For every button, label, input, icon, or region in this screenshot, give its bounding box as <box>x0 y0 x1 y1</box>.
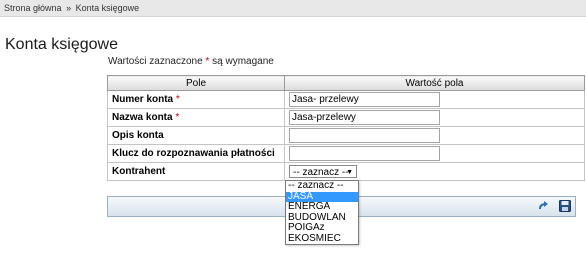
field-label-contractor: Kontrahent <box>107 162 285 181</box>
field-label-text: Numer konta <box>112 94 174 105</box>
table-row: Numer konta * <box>107 90 585 109</box>
undo-arrow-icon[interactable] <box>537 200 549 212</box>
account-name-input[interactable] <box>289 110 440 125</box>
table-header-row: Pole Wartość pola <box>107 75 585 91</box>
required-note: Wartości zaznaczone * są wymagane <box>108 56 274 67</box>
required-note-suffix: są wymagane <box>212 56 274 67</box>
dropdown-option[interactable]: EKOSMIEC <box>286 233 358 245</box>
contractor-select-value: -- zaznacz -- <box>293 167 349 178</box>
field-label-text: Nazwa konta <box>112 112 173 123</box>
column-header-value: Wartość pola <box>284 75 585 91</box>
required-note-text: Wartości zaznaczone <box>108 56 203 67</box>
floppy-disk-icon[interactable] <box>559 200 571 212</box>
breadcrumb-home-link[interactable]: Strona główna <box>4 3 62 13</box>
contractor-select[interactable]: -- zaznacz -- ▼ <box>289 165 357 178</box>
breadcrumb: Strona główna » Konta księgowe <box>0 0 586 17</box>
field-value-cell <box>284 144 585 163</box>
dropdown-option[interactable]: POIGAz <box>286 222 358 234</box>
field-label-text: Opis konta <box>112 130 164 141</box>
table-row: Nazwa konta * <box>107 108 585 127</box>
field-label-text: Klucz do rozpoznawania płatności <box>112 148 275 159</box>
field-label-account-description: Opis konta <box>107 126 285 145</box>
table-row: Opis konta <box>107 126 585 145</box>
field-value-cell <box>284 126 585 145</box>
field-label-account-name: Nazwa konta * <box>107 108 285 127</box>
column-header-field: Pole <box>107 75 285 91</box>
field-label-payment-key: Klucz do rozpoznawania płatności <box>107 144 285 163</box>
field-label-account-number: Numer konta * <box>107 90 285 109</box>
breadcrumb-current-link[interactable]: Konta księgowe <box>76 3 140 13</box>
breadcrumb-separator: » <box>66 3 72 13</box>
field-label-text: Kontrahent <box>112 166 166 177</box>
field-value-cell <box>284 108 585 127</box>
field-value-cell: -- zaznacz -- ▼ <box>284 162 585 181</box>
page-title: Konta księgowe <box>5 36 118 53</box>
dropdown-option[interactable]: -- zaznacz -- <box>286 180 358 192</box>
payment-key-input[interactable] <box>289 146 440 161</box>
dropdown-option[interactable]: ENERGA <box>286 201 358 213</box>
table-row: Kontrahent -- zaznacz -- ▼ <box>107 162 585 181</box>
required-star: * <box>175 112 180 123</box>
required-star: * <box>205 56 210 67</box>
account-form-table: Pole Wartość pola Numer konta * Nazwa ko… <box>107 75 585 181</box>
contractor-dropdown-list: -- zaznacz -- JASA ENERGA BUDOWLAN POIGA… <box>285 180 359 245</box>
account-description-input[interactable] <box>289 128 440 143</box>
triangle-down-icon: ▼ <box>346 169 353 176</box>
field-value-cell <box>284 90 585 109</box>
account-number-input[interactable] <box>289 92 440 107</box>
table-row: Klucz do rozpoznawania płatności <box>107 144 585 163</box>
required-star: * <box>175 94 180 105</box>
